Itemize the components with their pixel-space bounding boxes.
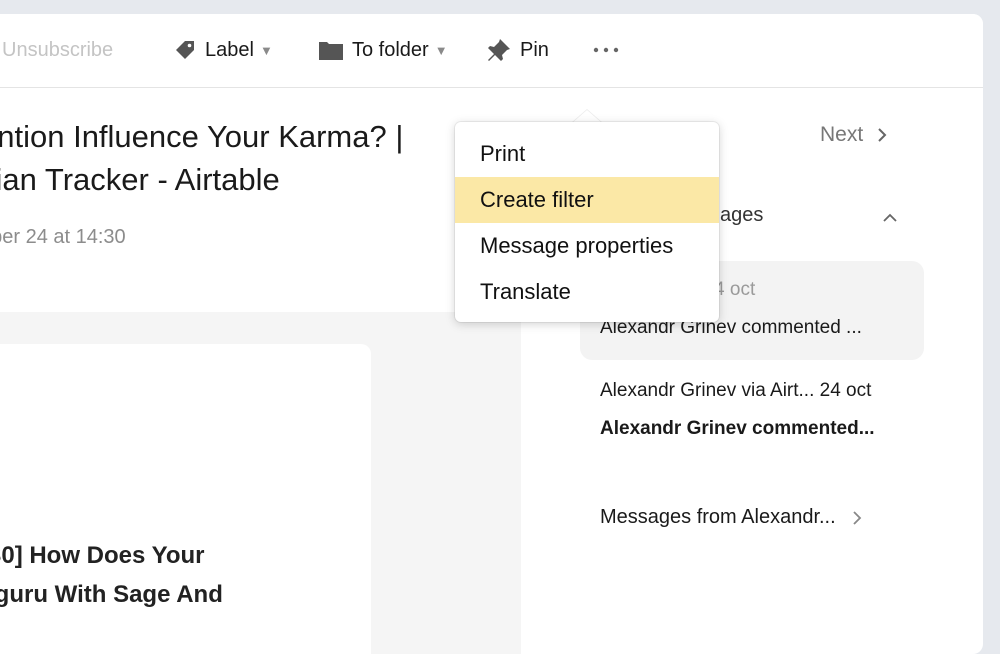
thread-header: ages	[720, 204, 764, 226]
message-subject: ention Influence Your Karma? | sian Trac…	[0, 115, 460, 201]
card-title-line-1: :30] How Does Your	[0, 542, 205, 569]
messages-from-sender-link[interactable]: Messages from Alexandr...	[600, 506, 862, 529]
menu-item-message-properties[interactable]: Message properties	[455, 223, 719, 269]
to-folder-button-text: To folder	[352, 38, 429, 61]
thread-item-from: Alexandr Grinev via Airt... 24 oct	[600, 380, 872, 401]
unsubscribe-button[interactable]: Unsubscribe	[0, 36, 113, 64]
message-card-title: :30] How Does Your hguru With Sage And	[0, 536, 371, 614]
folder-icon	[318, 39, 344, 61]
caret-down-icon: ▼	[434, 42, 448, 58]
subject-line-1: ention Influence Your Karma? |	[0, 119, 404, 154]
next-label: Next	[820, 123, 864, 146]
thread-item-snippet: Alexandr Grinev commented...	[600, 418, 875, 439]
chevron-right-icon	[853, 510, 861, 525]
message-toolbar: Unsubscribe Label ▼ To folder ▼ Pin	[0, 14, 983, 88]
label-button-text: Label	[205, 38, 254, 61]
next-message-link[interactable]: Next	[820, 123, 887, 147]
menu-item-print[interactable]: Print	[455, 131, 719, 177]
menu-item-translate[interactable]: Translate	[455, 269, 719, 315]
pin-button[interactable]: Pin	[486, 36, 549, 64]
more-actions-button[interactable]	[593, 36, 619, 64]
chevron-up-icon[interactable]	[882, 210, 898, 228]
messages-from-sender-label: Messages from Alexandr...	[600, 506, 836, 528]
caret-down-icon: ▼	[259, 42, 273, 58]
more-icon	[593, 46, 619, 54]
message-date: ober 24 at 14:30	[0, 226, 126, 248]
to-folder-button[interactable]: To folder ▼	[318, 36, 448, 64]
label-button[interactable]: Label ▼	[173, 36, 273, 64]
pin-icon	[486, 37, 512, 63]
pin-button-text: Pin	[520, 38, 549, 61]
more-actions-menu: Print Create filter Message properties T…	[455, 122, 719, 322]
thread-item[interactable]: Alexandr Grinev via Airt... 24 oct Alexa…	[580, 364, 924, 454]
unsubscribe-label: Unsubscribe	[2, 38, 114, 61]
subject-line-2: sian Tracker - Airtable	[0, 162, 280, 197]
mail-window: Unsubscribe Label ▼ To folder ▼ Pin enti…	[0, 14, 983, 654]
chevron-right-icon	[878, 128, 887, 142]
menu-item-create-filter[interactable]: Create filter	[455, 177, 719, 223]
card-title-line-2: hguru With Sage And	[0, 581, 223, 608]
tag-icon	[173, 38, 197, 62]
